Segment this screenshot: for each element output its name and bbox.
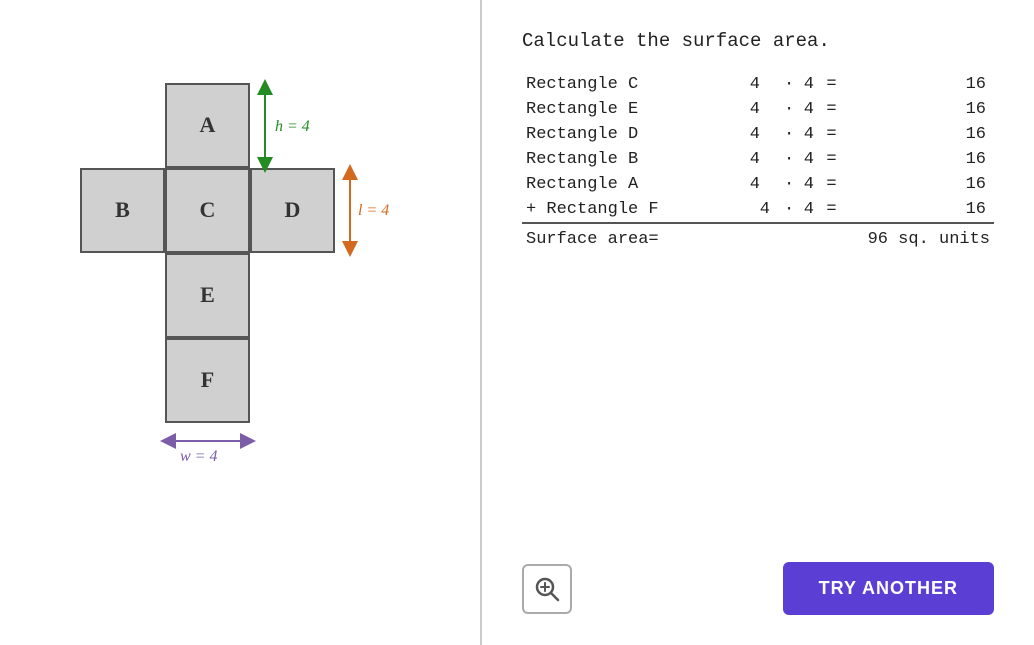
result: 16 [842,72,994,97]
table-row: Rectangle A 4 · 4 = 16 [522,172,994,197]
cell-F: F [165,338,250,423]
table-row: Rectangle E 4 · 4 = 16 [522,97,994,122]
rect-label: Rectangle D [522,122,686,147]
surface-area-value: 96 sq. units [842,223,994,252]
eq: = [821,172,842,197]
cell-B: B [80,168,165,253]
rect-label: + Rectangle F [522,197,686,223]
val2: 4 [800,147,821,172]
eq: = [821,197,842,223]
surface-area-row: Surface area= 96 sq. units [522,223,994,252]
table-row: Rectangle B 4 · 4 = 16 [522,147,994,172]
table-row: + Rectangle F 4 · 4 = 16 [522,197,994,223]
rect-label: Rectangle B [522,147,686,172]
result: 16 [842,147,994,172]
table-row: Rectangle D 4 · 4 = 16 [522,122,994,147]
eq: = [821,147,842,172]
table-row: Rectangle C 4 · 4 = 16 [522,72,994,97]
result: 16 [842,197,994,223]
val2: 4 [800,172,821,197]
val2: 4 [800,122,821,147]
try-another-button[interactable]: TRY ANOTHER [783,562,994,615]
svg-text:h = 4: h = 4 [275,118,310,135]
val1: 4 [746,97,779,122]
cell-A: A [165,83,250,168]
dot: · [779,122,800,147]
result: 16 [842,172,994,197]
surface-area-label: Surface area= [522,223,686,252]
cell-C: C [165,168,250,253]
svg-text:l = 4: l = 4 [358,202,389,219]
cell-D: D [250,168,335,253]
cell-E: E [165,253,250,338]
val2: 4 [800,72,821,97]
dot: · [779,172,800,197]
val1: 4 [746,147,779,172]
val1: 4 [746,197,779,223]
dot: · [779,147,800,172]
dot: · [779,97,800,122]
zoom-icon [533,575,561,603]
val2: 4 [800,197,821,223]
eq: = [821,72,842,97]
calculation-table: Rectangle C 4 · 4 = 16 Rectangle E 4 · 4… [522,72,994,252]
rect-label: Rectangle A [522,172,686,197]
left-panel: A B C D E F [0,0,480,645]
rect-label: Rectangle C [522,72,686,97]
result: 16 [842,97,994,122]
dot: · [779,72,800,97]
val1: 4 [746,72,779,97]
svg-text:w = 4: w = 4 [180,448,217,465]
eq: = [821,97,842,122]
spacer [686,72,746,97]
bottom-bar: TRY ANOTHER [522,552,994,615]
zoom-button[interactable] [522,564,572,614]
val1: 4 [746,122,779,147]
val2: 4 [800,97,821,122]
page-title: Calculate the surface area. [522,30,994,52]
net-diagram: A B C D E F [80,63,400,583]
dot: · [779,197,800,223]
result: 16 [842,122,994,147]
val1: 4 [746,172,779,197]
right-panel: Calculate the surface area. Rectangle C … [480,0,1034,645]
eq: = [821,122,842,147]
rect-label: Rectangle E [522,97,686,122]
